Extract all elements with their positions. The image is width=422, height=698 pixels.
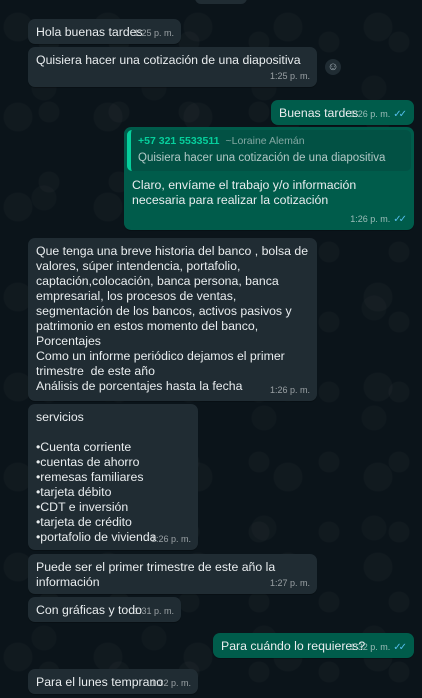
message-incoming[interactable]: Con gráficas y todo 1:31 p. m. bbox=[28, 597, 181, 622]
message-time: 1:26 p. m. bbox=[150, 534, 191, 544]
message-outgoing[interactable]: Buenas tardes 1:26 p. m. ✓✓ bbox=[271, 100, 414, 125]
message-outgoing[interactable]: Para cuándo lo requieres? 1:32 p. m. ✓✓ bbox=[213, 633, 414, 658]
message-time: 1:25 p. m. bbox=[269, 71, 310, 81]
message-text: Con gráficas y todo bbox=[36, 603, 142, 617]
emoji-icon[interactable]: ☺ bbox=[325, 59, 341, 75]
message-text: Claro, envíame el trabajo y/o informació… bbox=[132, 178, 360, 207]
message-incoming[interactable]: Para el lunes temprano 1:32 p. m. bbox=[28, 669, 198, 694]
message-time: 1:26 p. m. bbox=[269, 385, 310, 395]
message-incoming[interactable]: Hola buenas tardes 1:25 p. m. bbox=[28, 19, 181, 44]
message-time: 1:25 p. m. bbox=[133, 28, 174, 38]
quote-alias: ~Loraine Alemán bbox=[225, 135, 305, 147]
message-text: Que tenga una breve historia del banco ,… bbox=[36, 244, 309, 393]
message-time-wrap: 1:25 p. m. bbox=[134, 26, 174, 41]
message-text: Quisiera hacer una cotización de una dia… bbox=[36, 53, 301, 67]
message-text: Buenas tardes bbox=[279, 106, 359, 120]
message-text: Para el lunes temprano bbox=[36, 675, 164, 689]
message-text: Puede ser el primer trimestre de este añ… bbox=[36, 560, 279, 589]
message-time: 1:32 p. m. bbox=[150, 678, 191, 688]
double-check-icon: ✓✓ bbox=[393, 109, 407, 120]
message-time: 1:27 p. m. bbox=[269, 578, 310, 588]
message-text: Hola buenas tardes bbox=[36, 25, 143, 39]
message-text: servicios •Cuenta corriente •cuentas de … bbox=[36, 410, 157, 544]
message-incoming[interactable]: Quisiera hacer una cotización de una dia… bbox=[28, 47, 317, 87]
quoted-message[interactable]: +57 321 5533511 ~Loraine Alemán Quisiera … bbox=[127, 130, 411, 171]
message-outgoing-reply[interactable]: +57 321 5533511 ~Loraine Alemán Quisiera … bbox=[124, 127, 414, 230]
quote-author-row: +57 321 5533511 ~Loraine Alemán bbox=[138, 134, 404, 149]
message-time: 1:31 p. m. bbox=[133, 606, 174, 616]
quote-text: Quisiera hacer una cotización de una dia… bbox=[138, 152, 386, 164]
message-incoming[interactable]: Que tenga una breve historia del banco ,… bbox=[28, 238, 317, 401]
double-check-icon: ✓✓ bbox=[393, 642, 407, 653]
message-incoming[interactable]: servicios •Cuenta corriente •cuentas de … bbox=[28, 404, 198, 550]
message-time: 1:32 p. m. bbox=[350, 642, 391, 652]
previous-message-stub bbox=[195, 0, 247, 4]
double-check-icon: ✓✓ bbox=[393, 214, 407, 225]
message-text: Para cuándo lo requieres? bbox=[221, 639, 366, 653]
quote-author: +57 321 5533511 bbox=[138, 135, 220, 147]
message-time: 1:26 p. m. bbox=[350, 214, 391, 224]
message-incoming[interactable]: Puede ser el primer trimestre de este añ… bbox=[28, 554, 317, 594]
message-time: 1:26 p. m. bbox=[350, 109, 391, 119]
